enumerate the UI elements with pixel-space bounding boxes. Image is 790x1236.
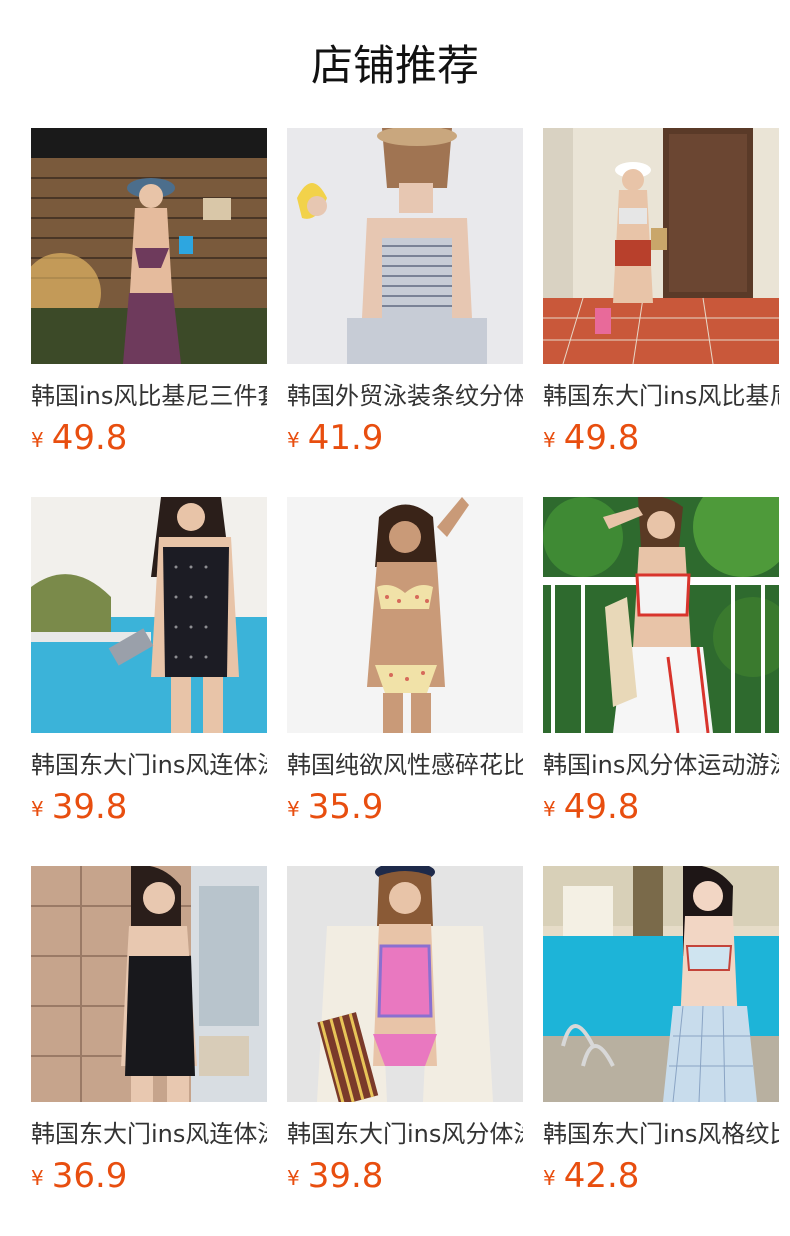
product-image[interactable]: [287, 128, 523, 364]
price-amount: 49.8: [563, 418, 640, 458]
product-image[interactable]: [543, 128, 779, 364]
price-amount: 49.8: [51, 418, 128, 458]
currency-symbol: ¥: [287, 1166, 300, 1190]
product-name[interactable]: 韩国外贸泳装条纹分体: [287, 380, 523, 412]
product-price: ¥39.8: [31, 785, 267, 829]
product-price: ¥49.8: [31, 416, 267, 460]
product-price: ¥36.9: [31, 1154, 267, 1198]
product-card[interactable]: 韩国外贸泳装条纹分体 ¥41.9: [287, 128, 523, 497]
currency-symbol: ¥: [287, 797, 300, 821]
page-title: 店铺推荐: [310, 41, 479, 90]
currency-symbol: ¥: [287, 428, 300, 452]
currency-symbol: ¥: [31, 1166, 44, 1190]
product-card[interactable]: 韩国纯欲风性感碎花比基尼 ¥35.9: [287, 497, 523, 866]
product-image[interactable]: [31, 866, 267, 1102]
product-name[interactable]: 韩国东大门ins风格纹比基尼: [543, 1118, 779, 1150]
product-price: ¥35.9: [287, 785, 523, 829]
currency-symbol: ¥: [543, 428, 556, 452]
product-image[interactable]: [31, 497, 267, 733]
currency-symbol: ¥: [543, 797, 556, 821]
product-image[interactable]: [287, 866, 523, 1102]
currency-symbol: ¥: [31, 428, 44, 452]
currency-symbol: ¥: [543, 1166, 556, 1190]
product-card[interactable]: 韩国ins风分体运动游泳衣 ¥49.8: [543, 497, 779, 866]
product-image[interactable]: [31, 128, 267, 364]
product-card[interactable]: 韩国ins风比基尼三件套 ¥49.8: [31, 128, 267, 497]
product-price: ¥39.8: [287, 1154, 523, 1198]
currency-symbol: ¥: [31, 797, 44, 821]
product-price: ¥49.8: [543, 785, 779, 829]
price-amount: 49.8: [563, 787, 640, 827]
product-image[interactable]: [543, 866, 779, 1102]
product-card[interactable]: 韩国东大门ins风分体泳衣 ¥39.8: [287, 866, 523, 1235]
product-name[interactable]: 韩国ins风比基尼三件套: [31, 380, 267, 412]
product-price: ¥42.8: [543, 1154, 779, 1198]
price-amount: 39.8: [51, 787, 128, 827]
product-grid: 韩国ins风比基尼三件套 ¥49.8 韩国外贸泳装条纹分体 ¥ 41.9 韩国东…: [31, 128, 779, 1235]
product-card[interactable]: 韩国东大门ins风格纹比基尼 ¥42.8: [543, 866, 779, 1235]
price-amount: 41.9: [307, 418, 384, 458]
price-amount: 39.8: [307, 1156, 384, 1196]
price-amount: 35.9: [307, 787, 384, 827]
product-name[interactable]: 韩国ins风分体运动游泳衣: [543, 749, 779, 781]
price-amount: 42.8: [563, 1156, 640, 1196]
product-card[interactable]: 韩国东大门ins风连体泳衣 ¥36.9: [31, 866, 267, 1235]
product-name[interactable]: 韩国东大门ins风连体泳衣: [31, 749, 267, 781]
product-card[interactable]: 韩国东大门ins风连体泳衣 ¥39.8: [31, 497, 267, 866]
product-name[interactable]: 韩国东大门ins风分体泳衣: [287, 1118, 523, 1150]
price-amount: 36.9: [51, 1156, 128, 1196]
product-price: ¥41.9: [287, 416, 523, 460]
product-name[interactable]: 韩国东大门ins风连体泳衣: [31, 1118, 267, 1150]
product-image[interactable]: [287, 497, 523, 733]
product-name[interactable]: 韩国纯欲风性感碎花比基尼: [287, 749, 523, 781]
product-price: ¥49.8: [543, 416, 779, 460]
product-name[interactable]: 韩国东大门ins风比基尼: [543, 380, 779, 412]
product-card[interactable]: 韩国东大门ins风比基尼 ¥49.8: [543, 128, 779, 497]
product-image[interactable]: [543, 497, 779, 733]
